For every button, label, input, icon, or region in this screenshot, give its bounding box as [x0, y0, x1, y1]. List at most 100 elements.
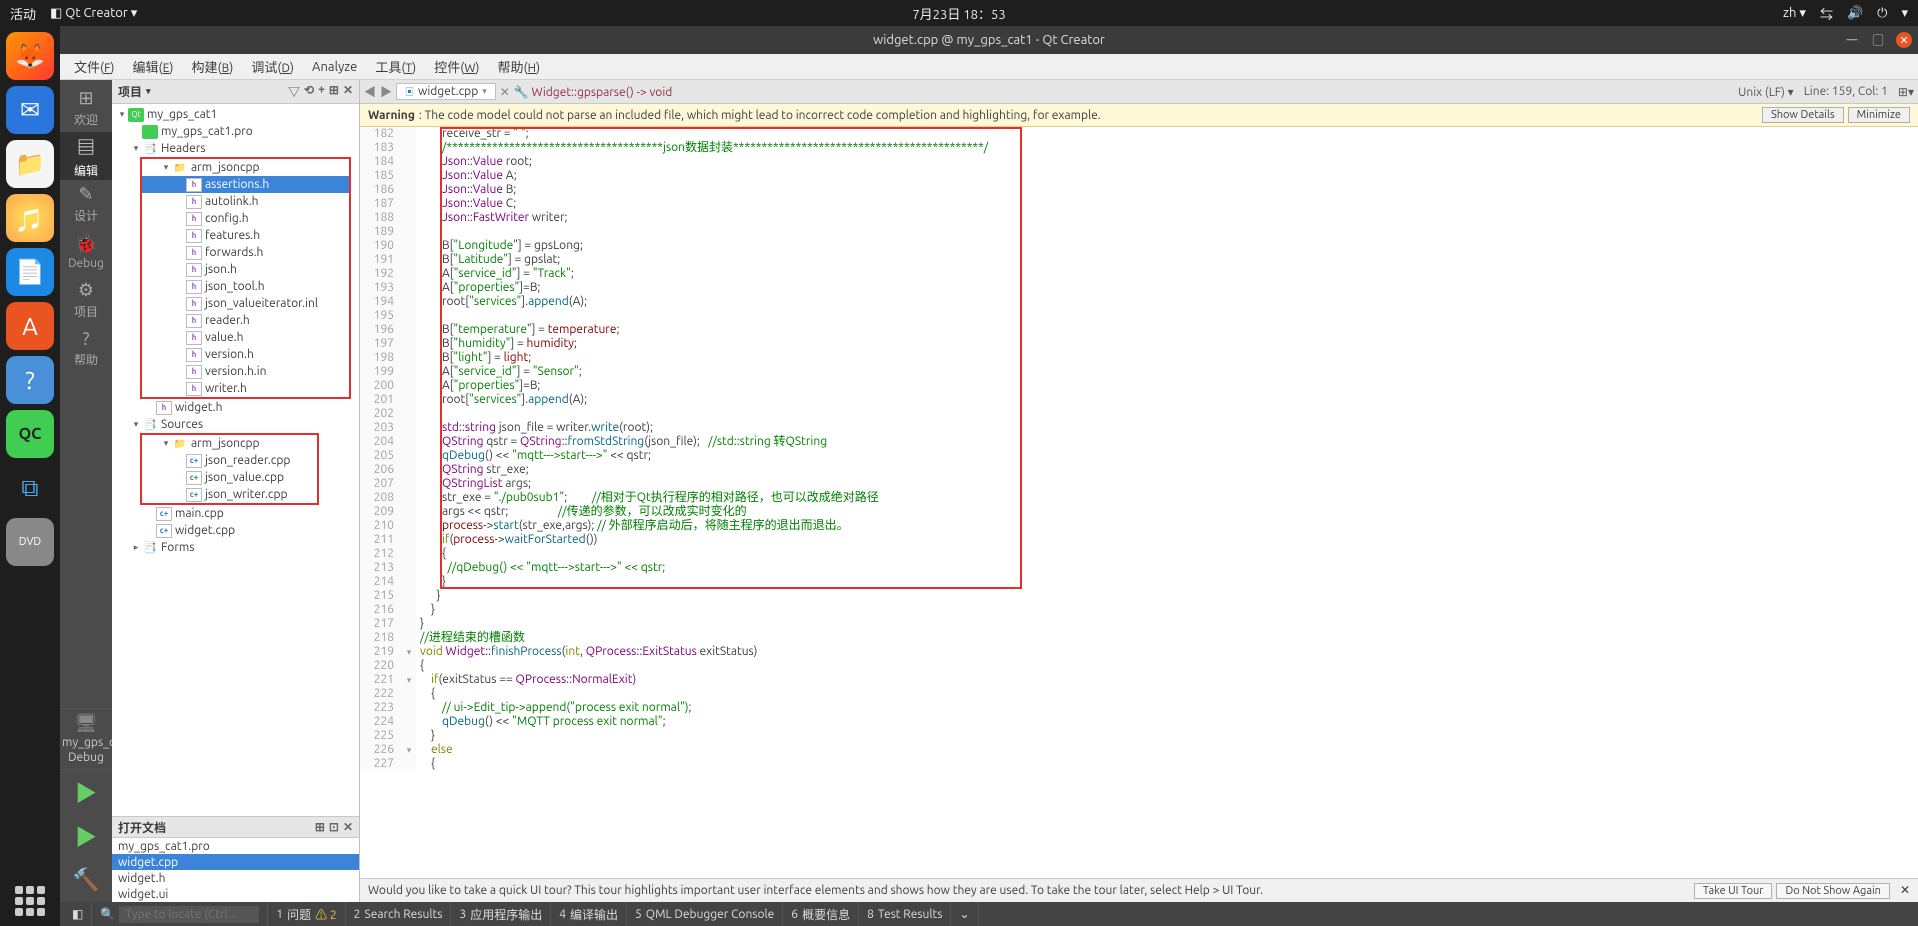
- system-menu-chevron[interactable]: ▾: [1901, 6, 1908, 21]
- line-ending-selector[interactable]: Unix (LF) ▾: [1738, 85, 1794, 99]
- sync-icon[interactable]: ⟲: [304, 83, 314, 100]
- mode-欢迎[interactable]: ⊞欢迎: [60, 84, 112, 132]
- output-pane-4[interactable]: 4 编译输出: [551, 902, 627, 926]
- menu-工具[interactable]: 工具(T): [367, 54, 424, 79]
- split-icon[interactable]: ⊞: [329, 83, 339, 100]
- tree-node[interactable]: c+json_value.cpp: [142, 469, 317, 486]
- tree-node[interactable]: hwriter.h: [142, 380, 349, 397]
- tree-node[interactable]: ▾📁arm_jsoncpp: [142, 159, 349, 176]
- clock[interactable]: 7月23日 18：53: [912, 8, 1005, 22]
- editor-tab-close-icon[interactable]: ✕: [500, 85, 510, 99]
- dock-files[interactable]: 📁: [6, 140, 54, 188]
- editor-file-tab[interactable]: ▣ widget.cpp ▾: [396, 83, 496, 100]
- locator[interactable]: 🔍: [92, 902, 268, 926]
- menu-构建[interactable]: 构建(B): [183, 54, 241, 79]
- app-menu[interactable]: ◧ Qt Creator ▾: [50, 6, 137, 21]
- editor-split-icon[interactable]: ⊞▾: [1898, 85, 1914, 99]
- mode-帮助[interactable]: ?帮助: [60, 324, 112, 372]
- close-tour-icon[interactable]: ✕: [1900, 883, 1910, 899]
- tree-node[interactable]: hversion.h.in: [142, 363, 349, 380]
- tree-node[interactable]: c+json_reader.cpp: [142, 452, 317, 469]
- tree-node[interactable]: hjson_valueiterator.inl: [142, 295, 349, 312]
- code-editor[interactable]: 182 receive_str = " ";183 /*************…: [360, 127, 1918, 878]
- menu-帮助[interactable]: 帮助(H): [490, 54, 549, 79]
- output-pane-3[interactable]: 3 应用程序输出: [451, 902, 551, 926]
- minimize-warning-button[interactable]: Minimize: [1848, 107, 1910, 123]
- tree-node[interactable]: hjson.h: [142, 261, 349, 278]
- tree-node[interactable]: c+json_writer.cpp: [142, 486, 317, 503]
- symbol-breadcrumb[interactable]: 🔧 Widget::gpsparse() -> void: [514, 85, 672, 99]
- tree-node[interactable]: hconfig.h: [142, 210, 349, 227]
- maximize-button[interactable]: ▢: [1870, 32, 1886, 48]
- tree-node[interactable]: ▾📑Headers: [112, 140, 359, 157]
- dont-show-button[interactable]: Do Not Show Again: [1776, 883, 1889, 899]
- add-icon[interactable]: +: [318, 83, 325, 100]
- open-documents-list[interactable]: my_gps_cat1.prowidget.cppwidget.hwidget.…: [112, 838, 359, 902]
- tree-node[interactable]: c+main.cpp: [112, 505, 359, 522]
- dock-software[interactable]: A: [6, 302, 54, 350]
- dock-qtcreator[interactable]: QC: [6, 410, 54, 458]
- run-button[interactable]: ▶: [60, 770, 112, 814]
- tree-node[interactable]: hreader.h: [142, 312, 349, 329]
- dock-vscode[interactable]: ⧉: [6, 464, 54, 512]
- tree-node[interactable]: hfeatures.h: [142, 227, 349, 244]
- dock-help[interactable]: ?: [6, 356, 54, 404]
- nav-fwd-icon[interactable]: ▶: [380, 83, 392, 100]
- mode-设计[interactable]: ✎设计: [60, 180, 112, 228]
- project-tree[interactable]: ▾Qtmy_gps_cat1my_gps_cat1.pro▾📑Headers ▾📁…: [112, 104, 359, 816]
- dock-firefox[interactable]: 🦊: [6, 32, 54, 80]
- mode-项目[interactable]: ⚙项目: [60, 276, 112, 324]
- menu-analyze[interactable]: Analyze: [304, 57, 365, 77]
- tree-node[interactable]: my_gps_cat1.pro: [112, 123, 359, 140]
- tree-node[interactable]: ▸📑Forms: [112, 539, 359, 556]
- tree-node[interactable]: ▾📑Sources: [112, 416, 359, 433]
- sidebar-toggle-icon[interactable]: ◧: [64, 902, 92, 926]
- output-pane-6[interactable]: 6 概要信息: [783, 902, 859, 926]
- input-source[interactable]: zh ▾: [1783, 6, 1806, 21]
- tree-node[interactable]: hjson_tool.h: [142, 278, 349, 295]
- open-doc-item[interactable]: my_gps_cat1.pro: [112, 838, 359, 854]
- nav-back-icon[interactable]: ◀: [364, 83, 376, 100]
- minimize-button[interactable]: —: [1844, 32, 1860, 48]
- tree-node[interactable]: hautolink.h: [142, 193, 349, 210]
- dock-libreoffice[interactable]: 📄: [6, 248, 54, 296]
- tree-node[interactable]: hassertions.h: [142, 176, 349, 193]
- tree-node[interactable]: hwidget.h: [112, 399, 359, 416]
- tree-node[interactable]: ▾📁arm_jsoncpp: [142, 435, 317, 452]
- menu-调试[interactable]: 调试(D): [243, 54, 302, 79]
- open-doc-item[interactable]: widget.cpp: [112, 854, 359, 870]
- menu-控件[interactable]: 控件(W): [426, 54, 487, 79]
- open-doc-item[interactable]: widget.ui: [112, 886, 359, 902]
- close-docs-icon[interactable]: ✕: [343, 820, 353, 834]
- close-pane-icon[interactable]: ✕: [343, 83, 353, 100]
- tree-node[interactable]: hvalue.h: [142, 329, 349, 346]
- filter-icon[interactable]: ▽: [288, 83, 300, 100]
- tree-node[interactable]: ▾Qtmy_gps_cat1: [112, 106, 359, 123]
- tree-node[interactable]: c+widget.cpp: [112, 522, 359, 539]
- mode-编辑[interactable]: ▤编辑: [60, 132, 112, 180]
- output-pane-8[interactable]: 8 Test Results: [859, 902, 951, 926]
- debug-run-button[interactable]: ▶: [60, 814, 112, 858]
- tree-node[interactable]: hforwards.h: [142, 244, 349, 261]
- show-details-button[interactable]: Show Details: [1762, 107, 1844, 123]
- tree-node[interactable]: hversion.h: [142, 346, 349, 363]
- output-pane-1[interactable]: 1 问题 ⚠ 2: [268, 902, 345, 926]
- dock-show-apps[interactable]: [15, 886, 45, 916]
- split-docs-icon[interactable]: ⊞: [315, 820, 325, 834]
- menu-编辑[interactable]: 编辑(E): [125, 54, 182, 79]
- status-more-icon[interactable]: ⌄: [951, 902, 978, 926]
- dock-thunderbird[interactable]: ✉: [6, 86, 54, 134]
- take-tour-button[interactable]: Take UI Tour: [1694, 883, 1773, 899]
- power-icon[interactable]: ⏻: [1877, 6, 1887, 21]
- output-pane-2[interactable]: 2 Search Results: [346, 902, 452, 926]
- build-button[interactable]: 🔨: [60, 858, 112, 902]
- pin-docs-icon[interactable]: ⊡: [329, 820, 339, 834]
- menu-文件[interactable]: 文件(F): [66, 54, 123, 79]
- dock-rhythmbox[interactable]: ♫: [6, 194, 54, 242]
- dock-dvd[interactable]: DVD: [6, 518, 54, 566]
- open-doc-item[interactable]: widget.h: [112, 870, 359, 886]
- network-icon[interactable]: ⇆: [1820, 4, 1833, 23]
- close-button[interactable]: ✕: [1896, 32, 1912, 48]
- activities-button[interactable]: 活动: [10, 4, 36, 23]
- mode-Debug[interactable]: 🐞Debug: [60, 228, 112, 276]
